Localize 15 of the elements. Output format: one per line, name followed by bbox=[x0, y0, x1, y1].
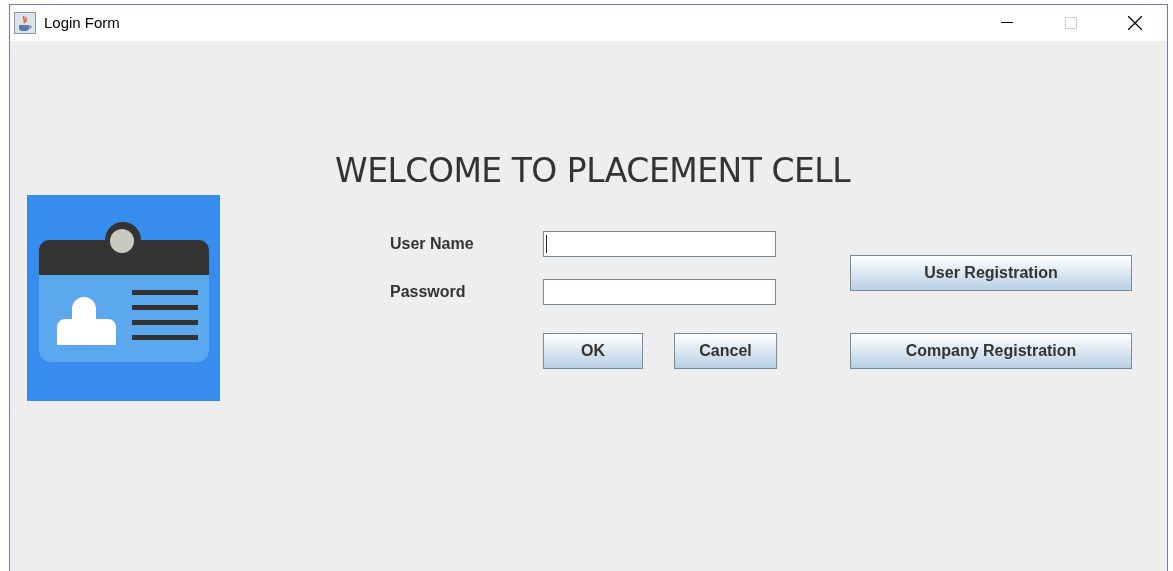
field-label: User Name bbox=[390, 234, 475, 254]
coffee-cup-icon bbox=[14, 12, 36, 34]
maximize-icon bbox=[1065, 17, 1077, 29]
input-field[interactable] bbox=[543, 279, 776, 305]
close-icon bbox=[1128, 16, 1142, 30]
heading: WELCOME TO PLACEMENT CELL bbox=[335, 150, 851, 192]
field-label: Password bbox=[390, 282, 467, 302]
registration-button[interactable]: User Registration bbox=[850, 255, 1132, 291]
minimize-icon bbox=[1001, 22, 1013, 24]
window-title: Login Form bbox=[44, 12, 120, 33]
registration-button[interactable]: Company Registration bbox=[850, 333, 1132, 369]
id-badge-icon bbox=[27, 195, 220, 401]
ok-button[interactable]: OK bbox=[543, 333, 643, 369]
cancel-button[interactable]: Cancel bbox=[674, 333, 777, 369]
input-field[interactable] bbox=[543, 231, 776, 257]
